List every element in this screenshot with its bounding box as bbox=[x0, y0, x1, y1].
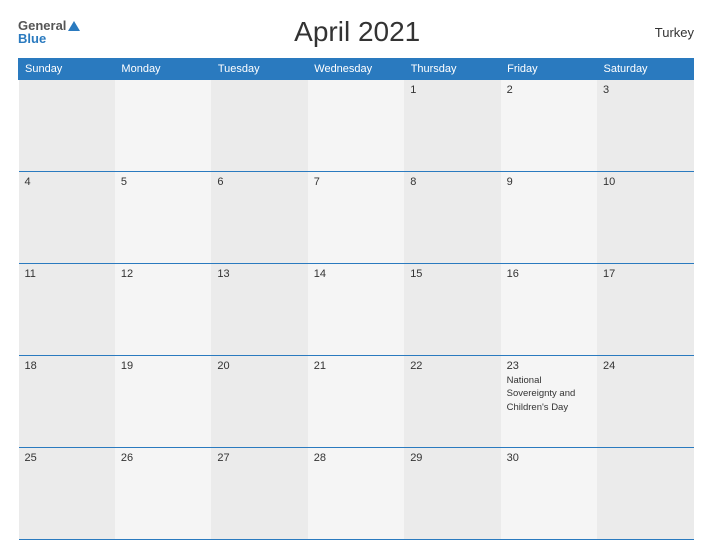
calendar-header: General Blue April 2021 Turkey bbox=[18, 16, 694, 48]
day-number: 27 bbox=[217, 452, 301, 464]
day-number: 26 bbox=[121, 452, 205, 464]
weekday-header-cell: Saturday bbox=[597, 59, 693, 80]
calendar-day-cell bbox=[211, 80, 307, 172]
calendar-table: SundayMondayTuesdayWednesdayThursdayFrid… bbox=[18, 58, 694, 540]
calendar-day-cell: 30 bbox=[501, 448, 597, 540]
calendar-day-cell: 7 bbox=[308, 172, 404, 264]
day-number: 4 bbox=[25, 176, 109, 188]
calendar-day-cell: 22 bbox=[404, 356, 500, 448]
day-number: 30 bbox=[507, 452, 591, 464]
calendar-day-cell: 29 bbox=[404, 448, 500, 540]
weekday-header-cell: Thursday bbox=[404, 59, 500, 80]
day-number: 15 bbox=[410, 268, 494, 280]
calendar-day-cell: 6 bbox=[211, 172, 307, 264]
day-number: 16 bbox=[507, 268, 591, 280]
calendar-day-cell: 23 National Sovereignty and Children's Da… bbox=[501, 356, 597, 448]
calendar-day-cell: 28 bbox=[308, 448, 404, 540]
calendar-day-cell: 27 bbox=[211, 448, 307, 540]
calendar-day-cell: 1 bbox=[404, 80, 500, 172]
day-number: 8 bbox=[410, 176, 494, 188]
day-number: 20 bbox=[217, 360, 301, 372]
calendar-day-cell: 14 bbox=[308, 264, 404, 356]
day-number: 25 bbox=[25, 452, 109, 464]
calendar-day-cell: 16 bbox=[501, 264, 597, 356]
day-number: 9 bbox=[507, 176, 591, 188]
calendar-day-cell: 19 bbox=[115, 356, 211, 448]
calendar-day-cell bbox=[597, 448, 693, 540]
day-number: 17 bbox=[603, 268, 687, 280]
calendar-day-cell: 24 bbox=[597, 356, 693, 448]
calendar-day-cell: 26 bbox=[115, 448, 211, 540]
calendar-week-row: 11 12 13 14 15 16 17 bbox=[19, 264, 694, 356]
day-number: 22 bbox=[410, 360, 494, 372]
day-number: 24 bbox=[603, 360, 687, 372]
calendar-day-cell bbox=[19, 80, 115, 172]
calendar-day-cell: 13 bbox=[211, 264, 307, 356]
calendar-day-cell: 8 bbox=[404, 172, 500, 264]
calendar-day-cell bbox=[308, 80, 404, 172]
weekday-header-row: SundayMondayTuesdayWednesdayThursdayFrid… bbox=[19, 59, 694, 80]
day-number: 13 bbox=[217, 268, 301, 280]
calendar-week-row: 25 26 27 28 29 30 bbox=[19, 448, 694, 540]
calendar-week-row: 18 19 20 21 22 23 National Sovereignty and Chi… bbox=[19, 356, 694, 448]
day-number: 23 bbox=[507, 360, 591, 372]
calendar-day-cell: 20 bbox=[211, 356, 307, 448]
weekday-header-cell: Friday bbox=[501, 59, 597, 80]
calendar-day-cell: 5 bbox=[115, 172, 211, 264]
calendar-day-cell: 9 bbox=[501, 172, 597, 264]
day-number: 11 bbox=[25, 268, 109, 280]
day-number: 19 bbox=[121, 360, 205, 372]
weekday-header-cell: Sunday bbox=[19, 59, 115, 80]
calendar-week-row: 456 78 9 10 bbox=[19, 172, 694, 264]
day-number: 1 bbox=[410, 84, 494, 96]
day-number: 10 bbox=[603, 176, 687, 188]
day-number: 18 bbox=[25, 360, 109, 372]
calendar-day-cell: 25 bbox=[19, 448, 115, 540]
day-number: 6 bbox=[217, 176, 301, 188]
day-number: 5 bbox=[121, 176, 205, 188]
calendar-day-cell: 21 bbox=[308, 356, 404, 448]
day-number: 2 bbox=[507, 84, 591, 96]
calendar-title: April 2021 bbox=[80, 16, 634, 48]
calendar-day-cell: 12 bbox=[115, 264, 211, 356]
calendar-day-cell: 2 bbox=[501, 80, 597, 172]
day-number: 12 bbox=[121, 268, 205, 280]
logo-triangle-icon bbox=[68, 21, 80, 31]
logo-blue-label: Blue bbox=[18, 32, 80, 45]
day-number: 29 bbox=[410, 452, 494, 464]
calendar-day-cell: 11 bbox=[19, 264, 115, 356]
day-number: 14 bbox=[314, 268, 398, 280]
weekday-header-cell: Wednesday bbox=[308, 59, 404, 80]
day-number: 28 bbox=[314, 452, 398, 464]
holiday-label: National Sovereignty and Children's Day bbox=[507, 375, 576, 413]
calendar-week-row: 1 23 bbox=[19, 80, 694, 172]
day-number: 3 bbox=[603, 84, 687, 96]
calendar-day-cell bbox=[115, 80, 211, 172]
weekday-header-cell: Tuesday bbox=[211, 59, 307, 80]
calendar-page: General Blue April 2021 Turkey SundayMon… bbox=[0, 0, 712, 550]
country-label: Turkey bbox=[634, 25, 694, 40]
calendar-day-cell: 18 bbox=[19, 356, 115, 448]
calendar-day-cell: 17 bbox=[597, 264, 693, 356]
calendar-day-cell: 3 bbox=[597, 80, 693, 172]
weekday-header-cell: Monday bbox=[115, 59, 211, 80]
day-number: 21 bbox=[314, 360, 398, 372]
calendar-day-cell: 10 bbox=[597, 172, 693, 264]
logo: General Blue bbox=[18, 19, 80, 45]
calendar-day-cell: 15 bbox=[404, 264, 500, 356]
day-number: 7 bbox=[314, 176, 398, 188]
calendar-day-cell: 4 bbox=[19, 172, 115, 264]
